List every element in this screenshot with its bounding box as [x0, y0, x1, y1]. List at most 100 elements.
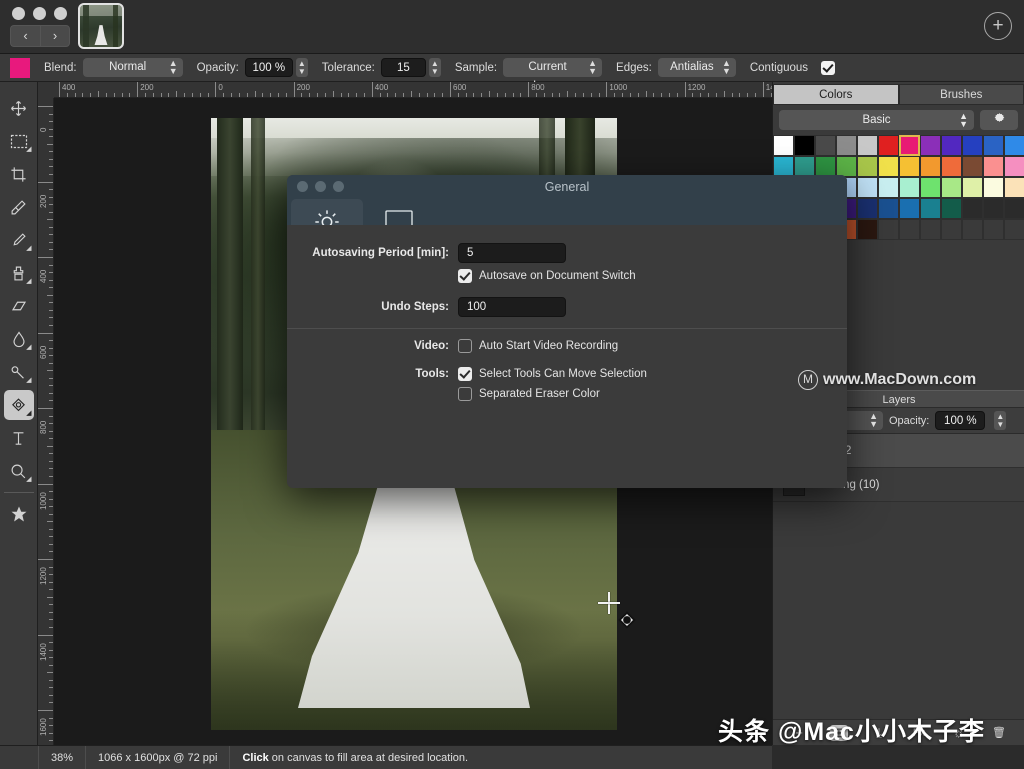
color-swatch[interactable]: [878, 219, 899, 240]
color-swatch[interactable]: [836, 135, 857, 156]
paint-bucket-tool[interactable]: ◢: [4, 390, 34, 420]
tab-colors[interactable]: Colors: [773, 84, 899, 105]
nav-back-button[interactable]: ‹: [10, 25, 40, 47]
tolerance-input[interactable]: 15: [381, 58, 426, 77]
color-swatch[interactable]: [920, 156, 941, 177]
document-thumbnail[interactable]: [78, 3, 124, 49]
vertical-ruler[interactable]: 02004006008001000120014001600: [38, 98, 54, 745]
color-swatch[interactable]: [857, 219, 878, 240]
color-swatch[interactable]: [920, 135, 941, 156]
color-swatch[interactable]: [857, 177, 878, 198]
dialog-minimize-button[interactable]: [315, 181, 326, 192]
color-swatch[interactable]: [773, 156, 794, 177]
color-swatch[interactable]: [941, 156, 962, 177]
color-swatch[interactable]: [794, 156, 815, 177]
color-swatch[interactable]: [878, 198, 899, 219]
color-preset-select[interactable]: Basic ▲▼: [779, 110, 974, 130]
color-swatch[interactable]: [983, 198, 1004, 219]
color-swatch[interactable]: [962, 135, 983, 156]
zoom-tool[interactable]: ◢: [4, 456, 34, 486]
separated-eraser-checkbox-group[interactable]: Separated Eraser Color: [458, 387, 600, 401]
color-swatch[interactable]: [983, 177, 1004, 198]
color-swatch[interactable]: [857, 156, 878, 177]
color-swatch[interactable]: [878, 177, 899, 198]
nav-forward-button[interactable]: ›: [40, 25, 70, 47]
minimize-button[interactable]: [33, 7, 46, 20]
undo-steps-input[interactable]: 100: [458, 297, 566, 317]
color-swatch[interactable]: [815, 135, 836, 156]
autosave-on-switch-checkbox-group[interactable]: Autosave on Document Switch: [458, 269, 636, 283]
color-swatch[interactable]: [794, 135, 815, 156]
autosave-on-switch-checkbox[interactable]: [458, 269, 472, 283]
blend-mode-select[interactable]: Normal ▲▼: [83, 58, 183, 77]
layer-opacity-stepper[interactable]: ▲▼: [994, 411, 1006, 430]
color-swatch[interactable]: [941, 219, 962, 240]
tab-brushes[interactable]: Brushes: [899, 84, 1024, 105]
auto-start-video-checkbox-group[interactable]: Auto Start Video Recording: [458, 339, 618, 353]
color-swatch[interactable]: [983, 156, 1004, 177]
autosaving-period-input[interactable]: 5: [458, 243, 566, 263]
paintbrush-tool[interactable]: ◢: [4, 225, 34, 255]
color-swatch[interactable]: [899, 177, 920, 198]
color-swatch[interactable]: [836, 156, 857, 177]
color-swatch[interactable]: [899, 135, 920, 156]
select-tools-move-checkbox-group[interactable]: Select Tools Can Move Selection: [458, 367, 647, 381]
color-swatch[interactable]: [941, 198, 962, 219]
color-swatch[interactable]: [899, 156, 920, 177]
color-swatch[interactable]: [983, 135, 1004, 156]
move-tool[interactable]: [4, 93, 34, 123]
add-document-button[interactable]: +: [984, 12, 1012, 40]
dodge-tool[interactable]: ◢: [4, 357, 34, 387]
delete-layer-icon[interactable]: 🗑: [990, 726, 1008, 739]
crop-tool[interactable]: [4, 159, 34, 189]
color-swatch[interactable]: [773, 135, 794, 156]
color-swatch[interactable]: [920, 198, 941, 219]
color-settings-gear-icon[interactable]: [980, 110, 1018, 130]
color-swatch[interactable]: [962, 177, 983, 198]
close-button[interactable]: [12, 7, 25, 20]
color-swatch[interactable]: [878, 135, 899, 156]
text-tool[interactable]: [4, 423, 34, 453]
select-tools-move-checkbox[interactable]: [458, 367, 472, 381]
color-swatch[interactable]: [962, 198, 983, 219]
edges-select[interactable]: Antialias ▲▼: [658, 58, 736, 77]
separated-eraser-checkbox[interactable]: [458, 387, 472, 401]
foreground-color-swatch[interactable]: [10, 58, 30, 78]
rectangular-marquee-tool[interactable]: ◢: [4, 126, 34, 156]
horizontal-ruler[interactable]: 4002000200400600800100012001400: [38, 82, 772, 98]
color-swatch[interactable]: [857, 135, 878, 156]
eraser-tool[interactable]: [4, 291, 34, 321]
color-swatch[interactable]: [1004, 135, 1024, 156]
color-swatch[interactable]: [962, 156, 983, 177]
color-swatch[interactable]: [1004, 198, 1024, 219]
color-swatch[interactable]: [857, 198, 878, 219]
layer-opacity-input[interactable]: 100 %: [935, 411, 985, 430]
color-swatch[interactable]: [941, 135, 962, 156]
color-swatch[interactable]: [1004, 156, 1024, 177]
color-swatch[interactable]: [920, 177, 941, 198]
maximize-button[interactable]: [54, 7, 67, 20]
clone-stamp-tool[interactable]: ◢: [4, 258, 34, 288]
opacity-input[interactable]: 100 %: [245, 58, 293, 77]
blur-tool[interactable]: ◢: [4, 324, 34, 354]
favorites-tool[interactable]: [4, 499, 34, 529]
color-swatch[interactable]: [899, 219, 920, 240]
contiguous-checkbox[interactable]: [821, 61, 835, 75]
color-swatch[interactable]: [899, 198, 920, 219]
color-swatch[interactable]: [1004, 219, 1024, 240]
opacity-stepper[interactable]: ▲▼: [296, 58, 308, 77]
color-swatch[interactable]: [941, 177, 962, 198]
color-swatch[interactable]: [962, 219, 983, 240]
tolerance-stepper[interactable]: ▲▼: [429, 58, 441, 77]
dialog-close-button[interactable]: [297, 181, 308, 192]
eyedropper-tool[interactable]: [4, 192, 34, 222]
color-swatch[interactable]: [878, 156, 899, 177]
color-swatch[interactable]: [1004, 177, 1024, 198]
zoom-level[interactable]: 38%: [38, 746, 86, 769]
color-swatch[interactable]: [983, 219, 1004, 240]
color-swatch[interactable]: [920, 219, 941, 240]
dialog-maximize-button[interactable]: [333, 181, 344, 192]
auto-start-video-checkbox[interactable]: [458, 339, 472, 353]
sample-select[interactable]: Current Layer ▲▼: [503, 58, 602, 77]
color-swatch[interactable]: [815, 156, 836, 177]
